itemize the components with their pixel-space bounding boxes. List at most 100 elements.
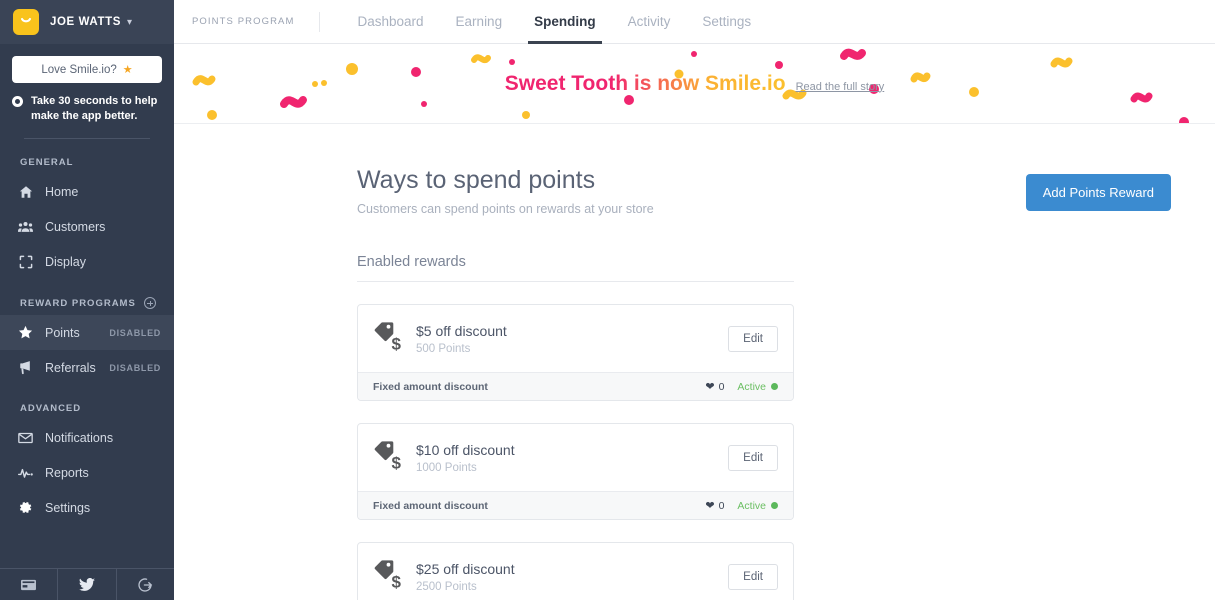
promo-note-text: Take 30 seconds to help make the app bet…	[31, 95, 158, 122]
sidebar-item-customers[interactable]: Customers	[0, 209, 174, 244]
price-tag-dollar-icon: $	[373, 557, 407, 596]
reward-card[interactable]: $ $25 off discount 2500 Points Edit Fixe…	[357, 542, 794, 600]
sidebar-item-settings[interactable]: Settings	[0, 490, 174, 525]
price-tag-dollar-icon: $	[373, 438, 407, 477]
sidebar-item-home[interactable]: Home	[0, 174, 174, 209]
promo-note: Take 30 seconds to help make the app bet…	[12, 94, 162, 124]
promo-banner: Sweet Tooth is now Smile.io Read the ful…	[174, 44, 1215, 124]
page-header: Ways to spend points Customers can spend…	[174, 124, 1215, 216]
add-points-reward-button[interactable]: Add Points Reward	[1025, 174, 1171, 211]
sidebar-section-general-label: GENERAL	[20, 157, 74, 168]
banner-headline: Sweet Tooth is now Smile.io	[504, 71, 786, 95]
radio-dot-icon	[12, 96, 23, 107]
reward-type: Fixed amount discount	[373, 380, 488, 393]
tab-dashboard[interactable]: Dashboard	[342, 0, 440, 44]
page-content: Ways to spend points Customers can spend…	[174, 124, 1215, 600]
sidebar-section-general: GENERAL	[0, 139, 174, 174]
sidebar-item-notifications[interactable]: Notifications	[0, 420, 174, 455]
sidebar-item-display-label: Display	[45, 254, 86, 269]
tab-settings[interactable]: Settings	[686, 0, 767, 44]
chevron-down-icon[interactable]: ▾	[127, 17, 132, 28]
tabs: Dashboard Earning Spending Activity Sett…	[342, 0, 768, 44]
page-subtitle: Customers can spend points on rewards at…	[357, 202, 654, 216]
star-icon: ★	[122, 64, 133, 76]
status-dot-icon	[771, 502, 778, 509]
reward-card-text: $25 off discount 2500 Points	[416, 561, 515, 593]
sidebar-footer	[0, 568, 174, 600]
sidebar-item-reports[interactable]: Reports	[0, 455, 174, 490]
reward-name: $5 off discount	[416, 322, 507, 339]
sidebar-user-name: JOE WATTS	[50, 16, 121, 28]
sidebar-section-advanced: ADVANCED	[0, 385, 174, 420]
status-dot-icon	[771, 383, 778, 390]
reward-likes: 0	[718, 380, 725, 393]
reward-card-footer: Fixed amount discount ❤ 0 Active	[358, 372, 793, 400]
app-root: JOE WATTS ▾ Love Smile.io? ★ Take 30 sec…	[0, 0, 1215, 600]
heart-icon: ❤	[705, 500, 715, 512]
status-badge: Active	[737, 499, 766, 512]
twitter-icon[interactable]	[57, 569, 115, 600]
reward-name: $10 off discount	[416, 441, 515, 458]
megaphone-icon	[17, 360, 34, 375]
pulse-icon	[17, 466, 34, 480]
reward-likes: 0	[718, 499, 725, 512]
sidebar-item-referrals-badge: DISABLED	[109, 362, 161, 373]
reward-card-footer: Fixed amount discount ❤ 0 Active	[358, 491, 793, 519]
sidebar-item-home-label: Home	[45, 184, 79, 199]
enabled-rewards-heading: Enabled rewards	[357, 254, 794, 282]
sidebar-item-display[interactable]: Display	[0, 244, 174, 279]
tab-spending[interactable]: Spending	[518, 0, 612, 44]
points-program-label: POINTS PROGRAM	[192, 11, 320, 32]
tab-activity[interactable]: Activity	[612, 0, 687, 44]
reward-card-text: $5 off discount 500 Points	[416, 323, 507, 355]
reward-status-group: ❤ 0 Active	[705, 380, 778, 393]
sidebar-section-reward-programs-label: REWARD PROGRAMS	[20, 297, 136, 309]
edit-button[interactable]: Edit	[728, 444, 778, 471]
status-badge: Active	[737, 380, 766, 393]
rewards-section: Enabled rewards $ $5 off discount 500 Po	[174, 254, 794, 600]
sidebar-item-points[interactable]: Points DISABLED	[0, 315, 174, 350]
plus-circle-icon[interactable]	[143, 297, 156, 309]
svg-text:$: $	[392, 335, 402, 354]
svg-text:$: $	[392, 454, 402, 473]
edit-button[interactable]: Edit	[728, 563, 778, 590]
sidebar-item-referrals-label: Referrals	[45, 360, 96, 375]
reward-name: $25 off discount	[416, 560, 515, 577]
page-heading-group: Ways to spend points Customers can spend…	[357, 166, 654, 216]
customers-icon	[17, 220, 34, 234]
sidebar-promo: Love Smile.io? ★ Take 30 seconds to help…	[0, 44, 174, 139]
sidebar-item-referrals[interactable]: Referrals DISABLED	[0, 350, 174, 385]
reward-points: 500 Points	[416, 342, 471, 355]
page-title: Ways to spend points	[357, 166, 596, 194]
reward-card[interactable]: $ $10 off discount 1000 Points Edit Fixe…	[357, 423, 794, 520]
sidebar-user-header[interactable]: JOE WATTS ▾	[0, 0, 174, 44]
envelope-icon	[17, 432, 34, 444]
reward-card-text: $10 off discount 1000 Points	[416, 442, 515, 474]
sidebar-item-points-badge: DISABLED	[109, 327, 161, 338]
smile-logo-icon	[13, 9, 39, 35]
billing-card-icon[interactable]	[0, 569, 57, 600]
star-icon	[17, 325, 34, 340]
sidebar-item-notifications-label: Notifications	[45, 430, 114, 445]
reward-points: 1000 Points	[416, 461, 477, 474]
sidebar-item-points-label: Points	[45, 325, 80, 340]
love-smile-button[interactable]: Love Smile.io? ★	[12, 56, 162, 83]
tab-earning[interactable]: Earning	[440, 0, 519, 44]
sidebar-section-advanced-label: ADVANCED	[20, 403, 82, 414]
sidebar-item-settings-label: Settings	[45, 500, 91, 515]
logout-icon[interactable]	[115, 569, 174, 600]
heart-icon: ❤	[705, 381, 715, 393]
sidebar: JOE WATTS ▾ Love Smile.io? ★ Take 30 sec…	[0, 0, 174, 600]
gear-icon	[17, 500, 34, 515]
banner-message: Sweet Tooth is now Smile.io Read the ful…	[174, 44, 1215, 123]
banner-read-story-link[interactable]: Read the full story	[796, 81, 885, 93]
reward-card-body: $ $5 off discount 500 Points Edit	[358, 305, 793, 372]
main-area: POINTS PROGRAM Dashboard Earning Spendin…	[174, 0, 1215, 600]
svg-text:$: $	[392, 573, 402, 592]
sidebar-section-reward-programs: REWARD PROGRAMS	[0, 279, 174, 315]
reward-status-group: ❤ 0 Active	[705, 499, 778, 512]
reward-points: 2500 Points	[416, 580, 477, 593]
edit-button[interactable]: Edit	[728, 325, 778, 352]
reward-type: Fixed amount discount	[373, 499, 488, 512]
reward-card[interactable]: $ $5 off discount 500 Points Edit Fixed …	[357, 304, 794, 401]
